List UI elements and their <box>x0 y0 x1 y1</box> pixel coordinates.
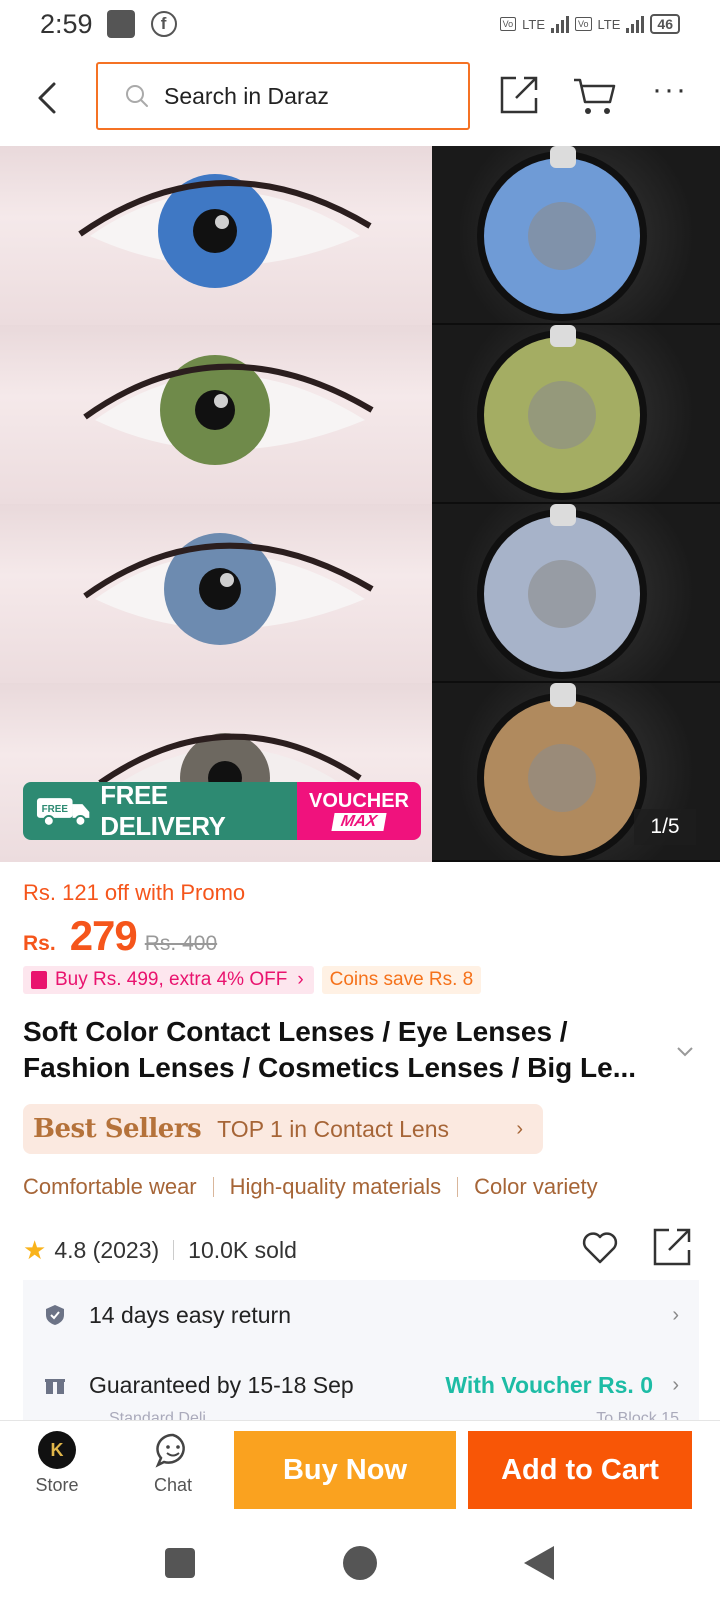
back-triangle-icon[interactable] <box>524 1546 554 1580</box>
sim1-network: LTE <box>522 16 546 32</box>
free-delivery-section: FREE FREE DELIVERY <box>23 782 297 840</box>
feature-highlights: Comfortable wear High-quality materials … <box>23 1174 598 1200</box>
recent-apps-icon[interactable] <box>165 1548 195 1578</box>
signal-icon-2 <box>626 15 645 33</box>
chevron-right-icon: › <box>672 1373 679 1396</box>
lens-photo-3 <box>432 504 720 683</box>
heart-icon[interactable] <box>580 1228 620 1268</box>
coins-tag[interactable]: Coins save Rs. 8 <box>321 966 482 994</box>
shield-check-icon <box>46 1305 64 1325</box>
promo-text: Rs. 121 off with Promo <box>23 880 246 905</box>
package-icon <box>45 1376 65 1394</box>
return-text: 14 days easy return <box>89 1301 292 1328</box>
services-box: 14 days easy return › Guaranteed by 15-1… <box>23 1280 699 1420</box>
battery-icon: 46 <box>650 14 680 34</box>
buy-more-text: Buy Rs. 499, extra 4% OFF <box>55 969 288 990</box>
sold-count: 10.0K sold <box>188 1236 297 1263</box>
volte-icon: Vo <box>499 17 517 31</box>
search-placeholder: Search in Daraz <box>164 82 329 109</box>
sim2-network: LTE <box>597 16 621 32</box>
voucher-tag-icon <box>31 971 47 989</box>
chevron-down-icon[interactable] <box>674 1040 696 1062</box>
delivery-method: Standard Deli... <box>109 1410 220 1420</box>
chat-label: Chat <box>153 1475 193 1495</box>
chat-icon <box>155 1433 185 1468</box>
feature-item: High-quality materials <box>229 1174 442 1199</box>
best-sellers-label: Best Sellers <box>33 1114 202 1144</box>
add-to-cart-button[interactable]: Add to Cart <box>468 1431 692 1509</box>
eye-photos <box>0 146 432 862</box>
feature-item: Color variety <box>474 1174 598 1199</box>
store-logo-icon: K <box>38 1431 76 1469</box>
max-label: MAX <box>331 813 387 831</box>
feature-item: Comfortable wear <box>23 1174 197 1199</box>
price-value: 279 <box>69 912 138 959</box>
chevron-right-icon: › <box>516 1117 523 1140</box>
search-icon <box>126 85 148 107</box>
signal-icon <box>551 15 570 33</box>
feature-divider <box>212 1177 214 1197</box>
chat-button[interactable]: Chat <box>138 1431 208 1511</box>
voucher-label: VOUCHER <box>308 790 409 812</box>
volte-icon-2: Vo <box>575 17 592 31</box>
rating-row: ★ 4.8 (2023) 10.0K sold <box>23 1228 703 1272</box>
product-title: Soft Color Contact Lenses / Eye Lenses /… <box>23 1016 637 1083</box>
share-icon[interactable] <box>498 74 540 116</box>
product-image-gallery[interactable]: FREE FREE DELIVERY VOUCHER MAX 1/5 <box>0 146 720 862</box>
promo-tags: Buy Rs. 499, extra 4% OFF › Coins save R… <box>23 966 482 994</box>
top-header: Search in Daraz ··· <box>0 58 720 138</box>
price-row: Rs. 279 Rs. 400 <box>23 912 217 960</box>
eye-photo-3 <box>0 504 432 683</box>
notification-app-icon <box>106 10 135 38</box>
lens-photo-1 <box>432 146 720 325</box>
share-icon[interactable] <box>651 1226 693 1268</box>
lens-photos <box>432 146 720 862</box>
lens-photo-2 <box>432 325 720 504</box>
chevron-right-icon: › <box>672 1303 679 1326</box>
facebook-icon: f <box>150 11 177 37</box>
feature-divider <box>457 1177 459 1197</box>
cart-icon[interactable] <box>572 74 618 118</box>
status-bar: 2:59 f Vo LTE Vo LTE 46 <box>0 0 720 48</box>
star-icon: ★ <box>23 1234 47 1265</box>
status-right: Vo LTE Vo LTE 46 <box>499 14 680 34</box>
status-time: 2:59 <box>40 8 93 39</box>
more-options-icon[interactable]: ··· <box>652 75 692 110</box>
price-currency: Rs. <box>23 932 56 955</box>
back-arrow-icon[interactable] <box>30 78 70 118</box>
delivery-voucher: With Voucher Rs. 0 <box>445 1371 653 1398</box>
voucher-max-section: VOUCHER MAX <box>297 782 421 840</box>
delivery-truck-icon: FREE <box>36 798 90 827</box>
return-policy-row[interactable]: 14 days easy return › <box>23 1280 699 1350</box>
store-button[interactable]: K Store <box>22 1431 92 1511</box>
eye-photo-2 <box>0 325 432 504</box>
search-input[interactable]: Search in Daraz <box>96 62 470 130</box>
buy-now-button[interactable]: Buy Now <box>234 1431 456 1509</box>
home-icon[interactable] <box>343 1546 377 1580</box>
best-sellers-rank: TOP 1 in Contact Lens <box>217 1115 450 1142</box>
coins-text: Coins save Rs. 8 <box>329 969 474 990</box>
system-navigation-bar <box>0 1520 720 1612</box>
buy-more-tag[interactable]: Buy Rs. 499, extra 4% OFF › <box>23 966 314 994</box>
rating-score[interactable]: 4.8 (2023) <box>54 1237 159 1264</box>
free-delivery-badge: FREE FREE DELIVERY VOUCHER MAX <box>23 782 421 840</box>
truck-free-text: FREE <box>42 804 69 815</box>
delivery-guarantee: Guaranteed by 15-18 Sep <box>89 1371 354 1398</box>
image-counter: 1/5 <box>634 809 696 845</box>
chevron-right-icon: › <box>297 969 304 990</box>
best-sellers-banner[interactable]: Best Sellers TOP 1 in Contact Lens › <box>23 1104 543 1154</box>
delivery-location: To Block 15 <box>596 1410 679 1420</box>
store-label: Store <box>35 1475 79 1495</box>
free-delivery-label: FREE DELIVERY <box>100 782 226 840</box>
eye-photo-1 <box>0 146 432 325</box>
original-price: Rs. 400 <box>144 932 218 955</box>
bottom-action-bar: K Store Chat Buy Now Add to Cart <box>0 1420 720 1520</box>
rating-divider <box>173 1240 175 1260</box>
